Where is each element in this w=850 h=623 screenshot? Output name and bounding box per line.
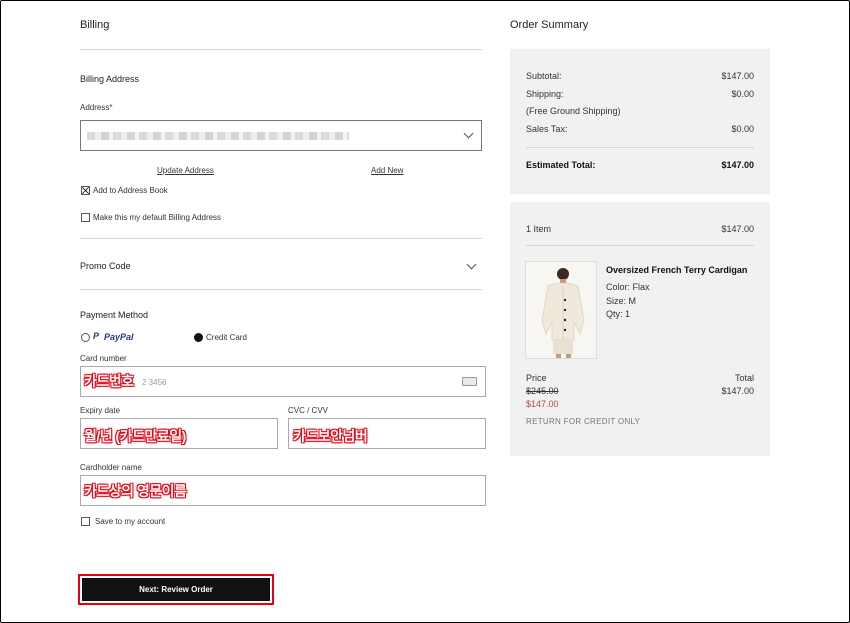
card-number-annotation: 카드번호	[84, 373, 134, 389]
divider	[80, 49, 482, 50]
add-to-address-book-label: Add to Address Book	[93, 186, 168, 195]
expiry-label: Expiry date	[80, 406, 121, 415]
credit-card-radio[interactable]	[194, 333, 203, 342]
shipping-label: Shipping:	[526, 89, 564, 99]
default-billing-label: Make this my default Billing Address	[93, 213, 222, 222]
next-review-order-button[interactable]: Next: Review Order	[82, 578, 270, 601]
estimated-total-label: Estimated Total:	[526, 160, 596, 170]
price-header-row: Price Total	[526, 373, 754, 383]
cardigan-model-illustration	[526, 262, 596, 358]
divider	[80, 238, 482, 239]
subtotal-row: Subtotal: $147.00	[526, 71, 754, 81]
promo-code-toggle[interactable]: Promo Code	[80, 261, 131, 271]
sale-price-row: $147.00	[526, 399, 754, 409]
return-note: RETURN FOR CREDIT ONLY	[526, 417, 641, 426]
paypal-radio[interactable]	[81, 333, 90, 342]
add-new-link[interactable]: Add New	[371, 166, 403, 175]
add-to-address-book-checkbox[interactable]	[81, 186, 90, 195]
card-number-input[interactable]: 2 3456	[80, 366, 486, 397]
shipping-value: $0.00	[731, 89, 754, 99]
item-count-total: $147.00	[721, 224, 754, 234]
cart-panel: 1 Item $147.00 Oversized French Terry Ca…	[510, 202, 770, 456]
product-name[interactable]: Oversized French Terry Cardigan	[606, 265, 747, 275]
estimated-total-row: Estimated Total: $147.00	[526, 160, 754, 170]
payment-method-title: Payment Method	[80, 310, 149, 320]
chevron-down-icon	[463, 128, 474, 139]
return-note-row: RETURN FOR CREDIT ONLY	[526, 417, 754, 426]
product-color: Color: Flax	[606, 282, 650, 292]
save-to-account-checkbox[interactable]	[81, 517, 90, 526]
product-qty: Qty: 1	[606, 309, 631, 319]
credit-card-label: Credit Card	[206, 333, 247, 342]
original-price: $245.00	[526, 386, 559, 396]
divider	[80, 289, 482, 290]
product-image[interactable]	[525, 261, 597, 359]
sale-price: $147.00	[526, 399, 559, 409]
estimated-total-value: $147.00	[721, 160, 754, 170]
order-summary-title: Order Summary	[510, 19, 589, 31]
paypal-logo-icon: P	[93, 331, 100, 341]
sales-tax-row: Sales Tax: $0.00	[526, 124, 754, 134]
total-label: Total	[734, 373, 754, 383]
subtotal-value: $147.00	[721, 71, 754, 81]
credit-card-icon	[462, 377, 477, 386]
divider	[526, 147, 754, 148]
expiry-annotation: 월/년 (카드만료일)	[84, 428, 186, 444]
billing-title: Billing	[80, 19, 110, 31]
divider	[526, 245, 754, 246]
price-label: Price	[526, 373, 547, 383]
subtotal-label: Subtotal:	[526, 71, 562, 81]
shipping-row: Shipping: $0.00	[526, 89, 754, 99]
sales-tax-value: $0.00	[731, 124, 754, 134]
paypal-logo: PayPal	[104, 332, 134, 342]
billing-address-title: Billing Address	[80, 74, 140, 84]
shipping-note-row: (Free Ground Shipping)	[526, 106, 754, 116]
card-number-placeholder: 2 3456	[142, 378, 167, 387]
item-count: 1 Item	[526, 224, 552, 234]
totals-panel: Subtotal: $147.00 Shipping: $0.00 (Free …	[510, 49, 770, 194]
line-total: $147.00	[721, 386, 754, 396]
card-number-label: Card number	[80, 354, 127, 363]
cvc-label: CVC / CVV	[288, 406, 329, 415]
item-count-row: 1 Item $147.00	[526, 224, 754, 234]
cardholder-label: Cardholder name	[80, 463, 142, 472]
save-to-account-label: Save to my account	[95, 517, 166, 526]
cvc-annotation: 카드보안넘버	[293, 428, 368, 444]
shipping-note: (Free Ground Shipping)	[526, 106, 621, 116]
address-select[interactable]	[80, 120, 482, 151]
price-values-row: $245.00 $147.00	[526, 386, 754, 396]
sales-tax-label: Sales Tax:	[526, 124, 568, 134]
address-blurred-value	[87, 132, 349, 140]
product-size: Size: M	[606, 296, 637, 306]
cardholder-annotation: 카드상의 영문이름	[84, 483, 187, 499]
update-address-link[interactable]: Update Address	[157, 166, 214, 175]
address-label: Address*	[80, 103, 113, 112]
default-billing-checkbox[interactable]	[81, 213, 90, 222]
